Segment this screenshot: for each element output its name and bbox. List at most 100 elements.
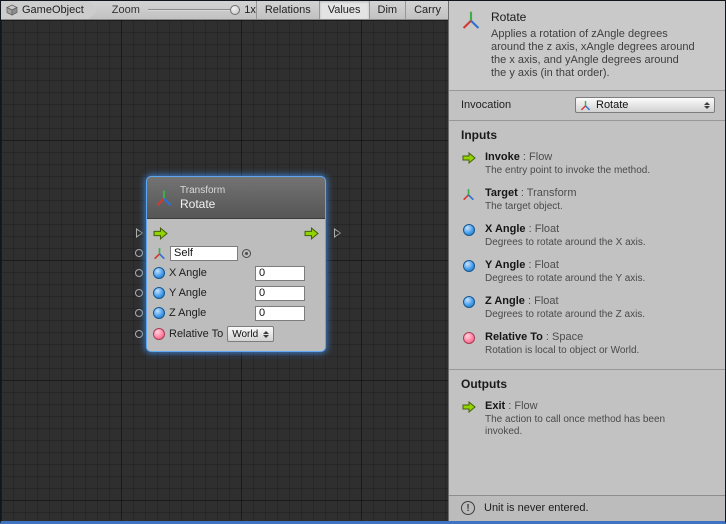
tab-dim[interactable]: Dim [369, 1, 406, 19]
zoom-value: 1x [244, 4, 256, 16]
node-header[interactable]: Transform Rotate [147, 177, 325, 219]
warning-text: Unit is never entered. [484, 502, 589, 514]
entry-type: Transform [527, 187, 577, 199]
right-port-column [325, 177, 341, 351]
input-entry-relative-to: Relative To : Space Rotation is local to… [461, 331, 715, 357]
inspector-header: Rotate Applies a rotation of zAngle degr… [449, 1, 725, 91]
exit-flow-port[interactable] [334, 228, 341, 238]
entry-name: Y Angle [485, 259, 525, 271]
unit-node-assembly: Transform Rotate [131, 177, 341, 351]
y-angle-label: Y Angle [169, 287, 207, 299]
tab-carry[interactable]: Carry [405, 1, 449, 19]
space-type-icon [461, 331, 476, 357]
dropdown-arrows-icon [704, 102, 710, 109]
zoom-slider-track [148, 9, 240, 11]
outputs-section: Outputs Exit : Flow The action to call o… [449, 369, 725, 450]
warning-icon: ! [461, 501, 475, 515]
entry-description: Degrees to rotate around the Y axis. [485, 273, 695, 285]
node-title: Transform [180, 185, 225, 197]
zoom-slider[interactable] [148, 4, 240, 16]
x-angle-input[interactable] [255, 266, 305, 281]
inspector-description: Applies a rotation of zAngle degrees aro… [491, 28, 696, 80]
entry-type: Float [535, 223, 559, 235]
entry-type: Flow [529, 151, 552, 163]
x-angle-float-icon[interactable] [153, 267, 165, 279]
relative-to-row: Relative To World [153, 323, 319, 345]
input-entry-y-angle: Y Angle : Float Degrees to rotate around… [461, 259, 715, 285]
warning-bar: ! Unit is never entered. [449, 495, 725, 521]
exit-arrow-icon[interactable] [304, 227, 319, 240]
entry-type: Float [534, 295, 558, 307]
node-subtitle: Rotate [180, 197, 225, 211]
tab-relations[interactable]: Relations [256, 1, 319, 19]
y-angle-row: Y Angle [153, 283, 319, 303]
rotate-transform-icon [461, 10, 481, 80]
y-angle-input[interactable] [255, 286, 305, 301]
inspector-sidebar: Rotate Applies a rotation of zAngle degr… [448, 1, 725, 521]
entry-type: Space [552, 331, 583, 343]
entry-separator: : [525, 259, 534, 271]
inputs-section-title: Inputs [461, 128, 715, 142]
entry-separator: : [518, 187, 527, 199]
node-header-text: Transform Rotate [180, 185, 225, 211]
input-entry-x-angle: X Angle : Float Degrees to rotate around… [461, 223, 715, 249]
transform-port-icon [153, 247, 166, 260]
breadcrumb-gameobject[interactable]: GameObject [1, 1, 98, 19]
tab-values[interactable]: Values [319, 1, 369, 19]
inspector-title: Rotate [491, 10, 696, 24]
bolt-graph-window: GameObject Zoom 1x Relations Values Dim … [0, 0, 726, 524]
y-angle-value-port[interactable] [135, 289, 143, 297]
output-entry-exit: Exit : Flow The action to call once meth… [461, 400, 715, 438]
toolbar-tab-group: Relations Values Dim Carry [256, 1, 449, 19]
invocation-dropdown[interactable]: Rotate [575, 97, 715, 113]
entry-description: Degrees to rotate around the Z axis. [485, 309, 695, 321]
relative-to-dropdown[interactable]: World [227, 326, 274, 342]
flow-port-row [153, 223, 319, 243]
breadcrumb-label: GameObject [22, 4, 84, 16]
z-angle-input[interactable] [255, 306, 305, 321]
rotate-unit-node[interactable]: Transform Rotate [147, 177, 325, 351]
x-angle-value-port[interactable] [135, 269, 143, 277]
outputs-section-title: Outputs [461, 377, 715, 391]
z-angle-row: Z Angle [153, 303, 319, 323]
entry-description: The entry point to invoke the method. [485, 165, 695, 177]
target-self-field[interactable] [170, 246, 238, 261]
entry-name: Z Angle [485, 295, 525, 307]
object-picker-icon[interactable] [242, 249, 251, 258]
entry-type: Float [535, 259, 559, 271]
relative-to-space-icon[interactable] [153, 328, 165, 340]
dropdown-arrows-icon [263, 331, 269, 338]
entry-separator: : [505, 400, 514, 412]
relative-to-value-port[interactable] [135, 330, 143, 338]
entry-name: Relative To [485, 331, 543, 343]
transform-icon [155, 189, 173, 207]
relative-to-label: Relative To [169, 328, 223, 340]
entry-separator: : [526, 223, 535, 235]
entry-description: The target object. [485, 201, 695, 213]
entry-description: The action to call once method has been … [485, 414, 670, 438]
invoke-arrow-icon[interactable] [153, 227, 168, 240]
target-value-port[interactable] [135, 249, 143, 257]
inputs-section: Inputs Invoke : Flow The entry point to … [449, 121, 725, 369]
y-angle-float-icon[interactable] [153, 287, 165, 299]
sidebar-spacer [449, 450, 725, 495]
z-angle-label: Z Angle [169, 307, 206, 319]
flow-arrow-icon [461, 151, 476, 177]
entry-separator: : [520, 151, 529, 163]
transform-icon [461, 187, 476, 213]
zoom-slider-knob[interactable] [230, 5, 240, 15]
flow-arrow-icon [461, 400, 476, 438]
graph-toolbar: GameObject Zoom 1x Relations Values Dim … [1, 1, 449, 20]
entry-name: Target [485, 187, 518, 199]
invocation-transform-icon [580, 100, 591, 111]
entry-type: Flow [514, 400, 537, 412]
input-entry-target: Target : Transform The target object. [461, 187, 715, 213]
float-type-icon [461, 295, 476, 321]
gameobject-cube-icon [6, 4, 18, 16]
z-angle-value-port[interactable] [135, 309, 143, 317]
entry-name: X Angle [485, 223, 526, 235]
relative-to-dropdown-value: World [232, 329, 258, 340]
inspector-header-text: Rotate Applies a rotation of zAngle degr… [491, 10, 696, 80]
z-angle-float-icon[interactable] [153, 307, 165, 319]
invoke-flow-port[interactable] [136, 228, 143, 238]
